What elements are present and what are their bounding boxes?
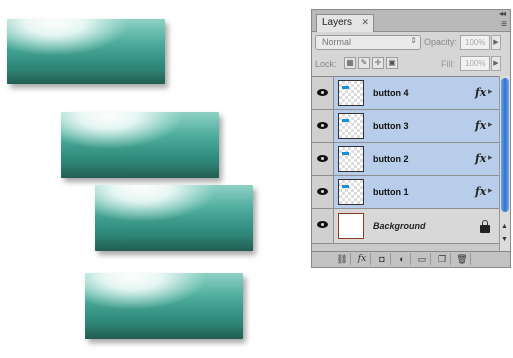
scrollbar-thumb[interactable] (501, 78, 509, 212)
adjustment-icon[interactable]: ◐ (394, 253, 411, 265)
lock-all-icon[interactable]: ▣ (386, 57, 398, 69)
layer-name: button 2 (373, 154, 409, 164)
expand-arrow-icon[interactable]: ▸ (488, 185, 493, 196)
updown-icon: ⇕ (410, 36, 417, 45)
panel-menu-icon[interactable]: ≡ (501, 19, 507, 30)
panel-tab-bar: Layers ✕ ◂◂ ≡ (312, 9, 510, 32)
fill-label: Fill: (441, 59, 455, 69)
visibility-eye-icon[interactable] (312, 143, 334, 175)
layer-thumbnail (338, 113, 364, 139)
fx-icon[interactable]: fx (475, 152, 486, 165)
layer-row-button-3[interactable]: button 3 fx ▸ (312, 110, 499, 143)
lock-transparent-icon[interactable]: ▦ (344, 57, 356, 69)
fill-arrow-icon[interactable]: ▶ (491, 56, 501, 71)
layer-row-button-2[interactable]: button 2 fx ▸ (312, 143, 499, 176)
expand-arrow-icon[interactable]: ▸ (488, 152, 493, 163)
blend-mode-select[interactable]: Normal ⇕ (315, 35, 421, 50)
expand-arrow-icon[interactable]: ▸ (488, 119, 493, 130)
lock-label: Lock: (315, 59, 337, 69)
layer-row-button-1[interactable]: button 1 fx ▸ (312, 176, 499, 209)
glossy-button-2 (61, 112, 219, 178)
layer-row-button-4[interactable]: button 4 fx ▸ (312, 77, 499, 110)
fill-field[interactable]: 100% (460, 56, 490, 71)
blend-opacity-row: Normal ⇕ Opacity: 100% ▶ (315, 35, 505, 52)
trash-icon[interactable]: 🗑 (454, 253, 471, 265)
glossy-button-3 (95, 185, 253, 251)
opacity-field[interactable]: 100% (460, 35, 490, 50)
layer-name: button 1 (373, 187, 409, 197)
blend-mode-value: Normal (322, 37, 352, 47)
group-icon[interactable]: ▭ (414, 253, 431, 265)
layer-list: button 4 fx ▸ button 3 fx ▸ button 2 fx … (312, 76, 499, 253)
layer-thumbnail (338, 146, 364, 172)
glossy-button-1 (7, 19, 165, 84)
close-icon[interactable]: ✕ (361, 17, 369, 28)
layer-scrollbar[interactable]: ▲ ▼ (499, 76, 510, 252)
lock-icon (480, 220, 490, 233)
fx-icon[interactable]: fx (475, 185, 486, 198)
layer-name: Background (373, 221, 426, 231)
visibility-eye-icon[interactable] (312, 209, 334, 243)
fx-icon[interactable]: fx (475, 119, 486, 132)
scroll-down-icon[interactable]: ▼ (501, 236, 508, 243)
layer-thumbnail (338, 80, 364, 106)
collapse-icon[interactable]: ◂◂ (499, 9, 506, 18)
lock-position-icon[interactable]: ✛ (372, 57, 384, 69)
layers-panel: Layers ✕ ◂◂ ≡ Normal ⇕ Opacity: 100% ▶ L… (311, 9, 511, 268)
visibility-eye-icon[interactable] (312, 176, 334, 208)
glossy-button-4 (85, 273, 243, 339)
fx-icon[interactable]: fx (354, 253, 371, 265)
lock-pixels-icon[interactable]: ✎ (358, 57, 370, 69)
tab-layers[interactable]: Layers ✕ (316, 14, 374, 32)
link-icon[interactable]: ⛓ (334, 253, 351, 265)
layer-row-background[interactable]: Background (312, 209, 499, 244)
panel-bottom-toolbar: ⛓ fx ◘ ◐ ▭ ❐ 🗑 (312, 251, 510, 267)
tab-layers-label: Layers (322, 17, 353, 28)
expand-arrow-icon[interactable]: ▸ (488, 86, 493, 97)
visibility-eye-icon[interactable] (312, 77, 334, 109)
scroll-up-icon[interactable]: ▲ (501, 223, 508, 230)
layer-thumbnail (338, 213, 364, 239)
fx-icon[interactable]: fx (475, 86, 486, 99)
mask-icon[interactable]: ◘ (374, 253, 391, 265)
layer-thumbnail (338, 179, 364, 205)
lock-fill-row: Lock: ▦ ✎ ✛ ▣ Fill: 100% ▶ (315, 56, 505, 73)
new-layer-icon[interactable]: ❐ (434, 253, 451, 265)
visibility-eye-icon[interactable] (312, 110, 334, 142)
layer-name: button 4 (373, 88, 409, 98)
opacity-arrow-icon[interactable]: ▶ (491, 35, 501, 50)
layer-name: button 3 (373, 121, 409, 131)
opacity-label: Opacity: (424, 37, 458, 47)
